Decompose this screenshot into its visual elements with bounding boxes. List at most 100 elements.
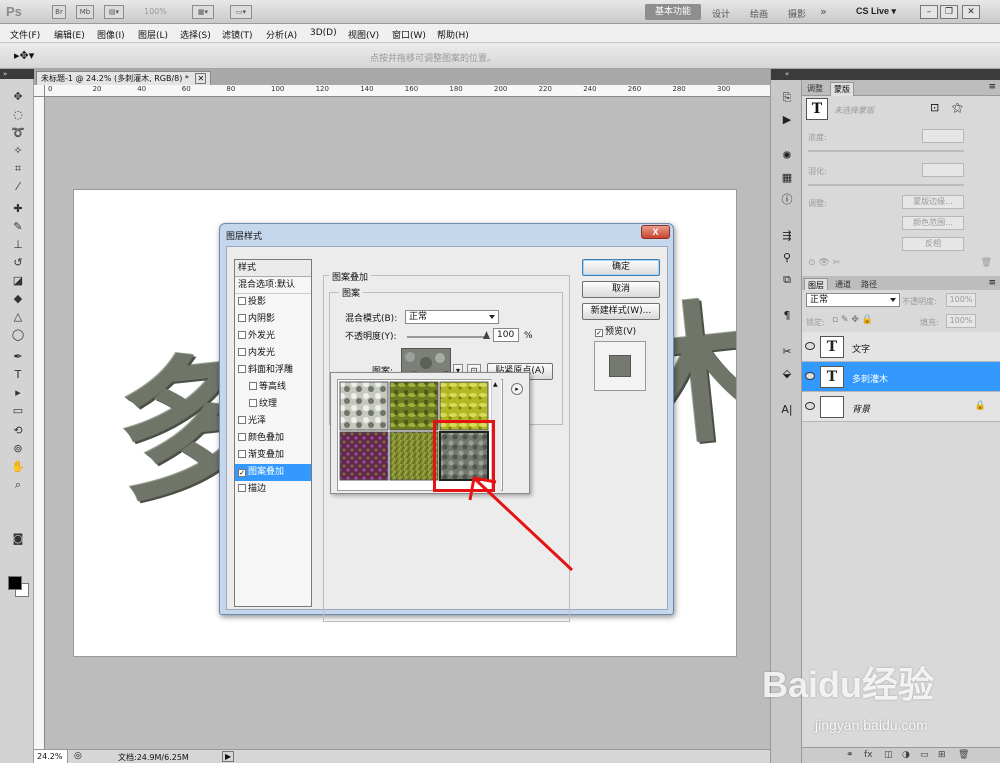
paragraph-panel-icon[interactable]: ¶ [779, 309, 795, 323]
pixel-mask-icon[interactable]: ⊡ [930, 101, 939, 114]
density-input[interactable] [922, 129, 964, 143]
cs-live-button[interactable]: CS Live ▾ [856, 6, 896, 17]
menu-image[interactable]: 图像(I) [97, 28, 125, 41]
menu-file[interactable]: 文件(F) [10, 28, 40, 41]
type-panel-icon[interactable]: A| [779, 403, 795, 417]
style-checkbox[interactable] [238, 484, 246, 492]
foreground-color-swatch[interactable] [8, 576, 22, 590]
ok-button[interactable]: 确定 [582, 259, 660, 276]
view-extras-icon[interactable]: ▤▾ [104, 5, 124, 19]
healing-brush-tool-icon[interactable]: ✚ [9, 201, 27, 217]
status-info-icon[interactable]: ◎ [74, 751, 82, 761]
ruler-origin[interactable] [34, 85, 45, 97]
style-checkbox[interactable] [238, 365, 246, 373]
style-checkbox[interactable] [249, 399, 257, 407]
tools-collapse-icon[interactable]: » [0, 69, 34, 79]
adjustment-layer-icon[interactable]: ◑ [902, 750, 910, 760]
document-tab-close-icon[interactable]: ✕ [195, 73, 207, 84]
info-panel-icon[interactable]: ⓘ [779, 193, 795, 207]
lock-icons[interactable]: ▫ ✎ ✥ 🔒 [832, 315, 873, 325]
style-checkbox[interactable] [238, 433, 246, 441]
style-checkbox[interactable] [238, 314, 246, 322]
swatches-panel-icon[interactable]: ▦ [779, 171, 795, 185]
brush-tool-icon[interactable]: ✎ [9, 219, 27, 235]
style-row[interactable]: 纹理 [235, 396, 311, 413]
style-row[interactable]: 光泽 [235, 413, 311, 430]
zoom-tool-icon[interactable]: ⌕ [9, 477, 27, 493]
path-select-tool-icon[interactable]: ▸ [9, 385, 27, 401]
style-checkbox[interactable] [238, 331, 246, 339]
style-row[interactable]: 斜面和浮雕 [235, 362, 311, 379]
mask-footer-icons[interactable]: ⊙ 👁 ✂ [808, 258, 840, 268]
screen-mode-icon[interactable]: ▭▾ [230, 5, 252, 19]
fx-icon[interactable]: fx [864, 750, 873, 760]
workspace-photography[interactable]: 摄影 [788, 7, 806, 20]
style-checkbox[interactable] [238, 297, 246, 305]
new-group-icon[interactable]: ▭ [920, 750, 929, 760]
new-style-button[interactable]: 新建样式(W)... [582, 303, 660, 320]
zoom-level[interactable]: 100% [144, 7, 167, 16]
style-row[interactable]: 渐变叠加 [235, 447, 311, 464]
layer-name[interactable]: 文字 [852, 342, 870, 355]
delete-mask-icon[interactable]: 🗑 [981, 258, 992, 268]
style-checkbox[interactable] [238, 450, 246, 458]
paint-bucket-tool-icon[interactable]: ◆ [9, 291, 27, 307]
history-panel-icon[interactable]: ⎘ [779, 91, 795, 105]
menu-help[interactable]: 帮助(H) [437, 28, 469, 41]
more-workspaces-icon[interactable]: » [820, 5, 827, 18]
layer-name[interactable]: 多刺灌木 [852, 372, 888, 385]
pattern-tile-purple-flowers[interactable] [339, 431, 389, 481]
status-menu-arrow-icon[interactable]: ▶ [222, 751, 235, 762]
feather-slider[interactable] [808, 184, 964, 186]
pattern-tile-grass[interactable] [389, 431, 439, 481]
menu-analysis[interactable]: 分析(A) [266, 28, 297, 41]
style-row[interactable]: 内阴影 [235, 311, 311, 328]
3d-rotate-tool-icon[interactable]: ⟲ [9, 423, 27, 439]
3d-orbit-tool-icon[interactable]: ⊚ [9, 441, 27, 457]
link-layers-icon[interactable]: ⚭ [846, 750, 854, 760]
character-panel-icon[interactable]: ✂ [779, 345, 795, 359]
preview-checkbox[interactable]: ✓ 预览(V) [595, 324, 636, 337]
menu-view[interactable]: 视图(V) [348, 28, 379, 41]
actions-panel-icon[interactable]: ▶ [779, 113, 795, 127]
layer-opacity-input[interactable]: 100% [946, 293, 976, 307]
feather-input[interactable] [922, 163, 964, 177]
move-tool-icon[interactable]: ✥ [9, 89, 27, 105]
quick-select-tool-icon[interactable]: ✧ [9, 143, 27, 159]
layers-menu-icon[interactable]: ≡ [988, 278, 996, 288]
marquee-tool-icon[interactable]: ◌ [9, 107, 27, 123]
pattern-picker-menu-icon[interactable]: ▸ [511, 383, 523, 395]
visibility-eye-icon[interactable] [805, 402, 815, 410]
menu-3d[interactable]: 3D(D) [310, 28, 337, 38]
density-slider[interactable] [808, 150, 964, 152]
layer-row[interactable]: T 文字 [802, 332, 1000, 362]
tab-masks[interactable]: 蒙版 [830, 82, 854, 96]
type-tool-icon[interactable]: T [9, 367, 27, 383]
panel-menu-icon[interactable]: ≡ [988, 82, 996, 92]
horizontal-ruler[interactable]: 0 20 40 60 80 100 120 140 160 180 200 220 240 260 280 3… [45, 85, 770, 97]
hand-tool-icon[interactable]: ✋ [9, 459, 27, 475]
clone-source-panel-icon[interactable]: ⚲ [779, 251, 795, 265]
style-list-header[interactable]: 样式 [235, 260, 311, 277]
style-row[interactable]: 外发光 [235, 328, 311, 345]
pattern-tile-light-gravel[interactable] [339, 381, 389, 431]
history-brush-tool-icon[interactable]: ↺ [9, 255, 27, 271]
style-checkbox[interactable] [249, 382, 257, 390]
quick-mask-icon[interactable]: ◙ [9, 531, 27, 547]
style-row[interactable]: 投影 [235, 294, 311, 311]
add-mask-icon[interactable]: ◫ [884, 750, 893, 760]
crop-tool-icon[interactable]: ⌗ [9, 161, 27, 177]
color-range-button[interactable]: 颜色范围... [902, 216, 964, 230]
restore-icon[interactable]: ❐ [940, 5, 958, 19]
style-row[interactable]: 内发光 [235, 345, 311, 362]
visibility-eye-icon[interactable] [805, 342, 815, 350]
style-row[interactable]: ✓ 图案叠加 [235, 464, 311, 481]
clone-stamp-tool-icon[interactable]: ⊥ [9, 237, 27, 253]
style-checkbox[interactable] [238, 416, 246, 424]
cancel-button[interactable]: 取消 [582, 281, 660, 298]
move-tool-preset-icon[interactable]: ▸✥▾ [14, 49, 34, 62]
dialog-close-button[interactable]: X [641, 225, 670, 239]
new-layer-icon[interactable]: ⊞ [938, 750, 946, 760]
invert-button[interactable]: 反相 [902, 237, 964, 251]
style-row[interactable]: 描边 [235, 481, 311, 498]
